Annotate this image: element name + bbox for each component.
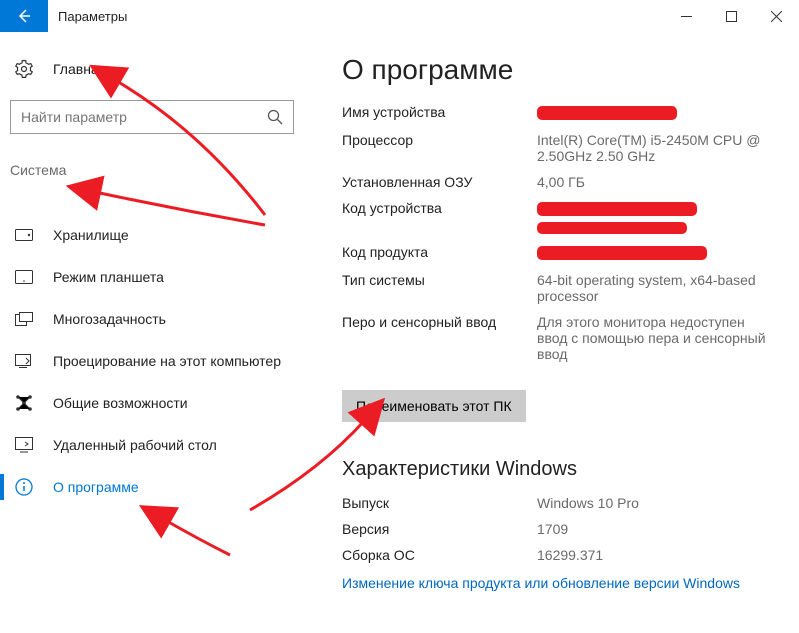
multitask-icon bbox=[15, 310, 33, 328]
sidebar-item-label: Хранилище bbox=[53, 227, 129, 243]
device-id-value bbox=[537, 200, 779, 234]
shared-icon bbox=[15, 394, 33, 412]
build-value: 16299.371 bbox=[537, 547, 779, 563]
sidebar-item-label: Общие возможности bbox=[53, 395, 188, 411]
tablet-icon bbox=[15, 268, 33, 286]
gear-icon bbox=[15, 60, 33, 78]
sidebar-item-tablet[interactable]: Режим планшета bbox=[0, 256, 314, 298]
home-link[interactable]: Главная bbox=[0, 52, 314, 86]
edition-value: Windows 10 Pro bbox=[537, 495, 779, 511]
home-label: Главная bbox=[53, 61, 106, 77]
search-input-container[interactable] bbox=[10, 100, 294, 134]
sidebar-item-label: Многозадачность bbox=[53, 311, 166, 327]
info-icon bbox=[15, 478, 33, 496]
device-id-label: Код устройства bbox=[342, 200, 537, 216]
edition-label: Выпуск bbox=[342, 495, 537, 511]
remote-icon bbox=[15, 436, 33, 454]
version-value: 1709 bbox=[537, 521, 779, 537]
sidebar-item-projecting[interactable]: Проецирование на этот компьютер bbox=[0, 340, 314, 382]
category-label: Система bbox=[0, 156, 314, 184]
product-key-link[interactable]: Изменение ключа продукта или обновление … bbox=[342, 575, 779, 591]
maximize-button[interactable] bbox=[709, 0, 754, 32]
search-icon bbox=[267, 109, 283, 125]
sidebar-item-shared[interactable]: Общие возможности bbox=[0, 382, 314, 424]
close-button[interactable] bbox=[754, 0, 799, 32]
pen-touch-value: Для этого монитора недоступен ввод с пом… bbox=[537, 314, 779, 362]
rename-pc-button[interactable]: Переименовать этот ПК bbox=[342, 390, 526, 422]
minimize-icon bbox=[681, 11, 692, 22]
system-type-label: Тип системы bbox=[342, 272, 537, 288]
pen-touch-label: Перо и сенсорный ввод bbox=[342, 314, 537, 330]
windows-specs-heading: Характеристики Windows bbox=[342, 458, 779, 481]
sidebar-item-about[interactable]: О программе bbox=[0, 466, 314, 508]
back-button[interactable] bbox=[0, 0, 48, 32]
page-title: О программе bbox=[342, 54, 779, 86]
minimize-button[interactable] bbox=[664, 0, 709, 32]
device-name-value bbox=[537, 104, 779, 122]
back-arrow-icon bbox=[16, 8, 32, 24]
processor-label: Процессор bbox=[342, 132, 537, 148]
titlebar-spacer bbox=[127, 0, 664, 32]
sidebar-item-storage[interactable]: Хранилище bbox=[0, 214, 314, 256]
sidebar-item-multitask[interactable]: Многозадачность bbox=[0, 298, 314, 340]
window-title: Параметры bbox=[48, 0, 127, 32]
storage-icon bbox=[15, 226, 33, 244]
sidebar-item-label: О программе bbox=[53, 479, 139, 495]
product-id-label: Код продукта bbox=[342, 244, 537, 260]
maximize-icon bbox=[726, 11, 737, 22]
ram-label: Установленная ОЗУ bbox=[342, 174, 537, 190]
sidebar-item-label: Удаленный рабочий стол bbox=[53, 437, 217, 453]
device-name-label: Имя устройства bbox=[342, 104, 537, 120]
ram-value: 4,00 ГБ bbox=[537, 174, 779, 190]
version-label: Версия bbox=[342, 521, 537, 537]
build-label: Сборка ОС bbox=[342, 547, 537, 563]
product-id-value bbox=[537, 244, 779, 262]
close-icon bbox=[771, 11, 782, 22]
processor-value: Intel(R) Core(TM) i5-2450M CPU @ 2.50GHz… bbox=[537, 132, 779, 164]
projecting-icon bbox=[15, 352, 33, 370]
sidebar-item-remote[interactable]: Удаленный рабочий стол bbox=[0, 424, 314, 466]
sidebar-item-label: Проецирование на этот компьютер bbox=[53, 353, 281, 369]
sidebar-item-label: Режим планшета bbox=[53, 269, 164, 285]
system-type-value: 64-bit operating system, x64-based proce… bbox=[537, 272, 779, 304]
search-input[interactable] bbox=[21, 109, 267, 125]
